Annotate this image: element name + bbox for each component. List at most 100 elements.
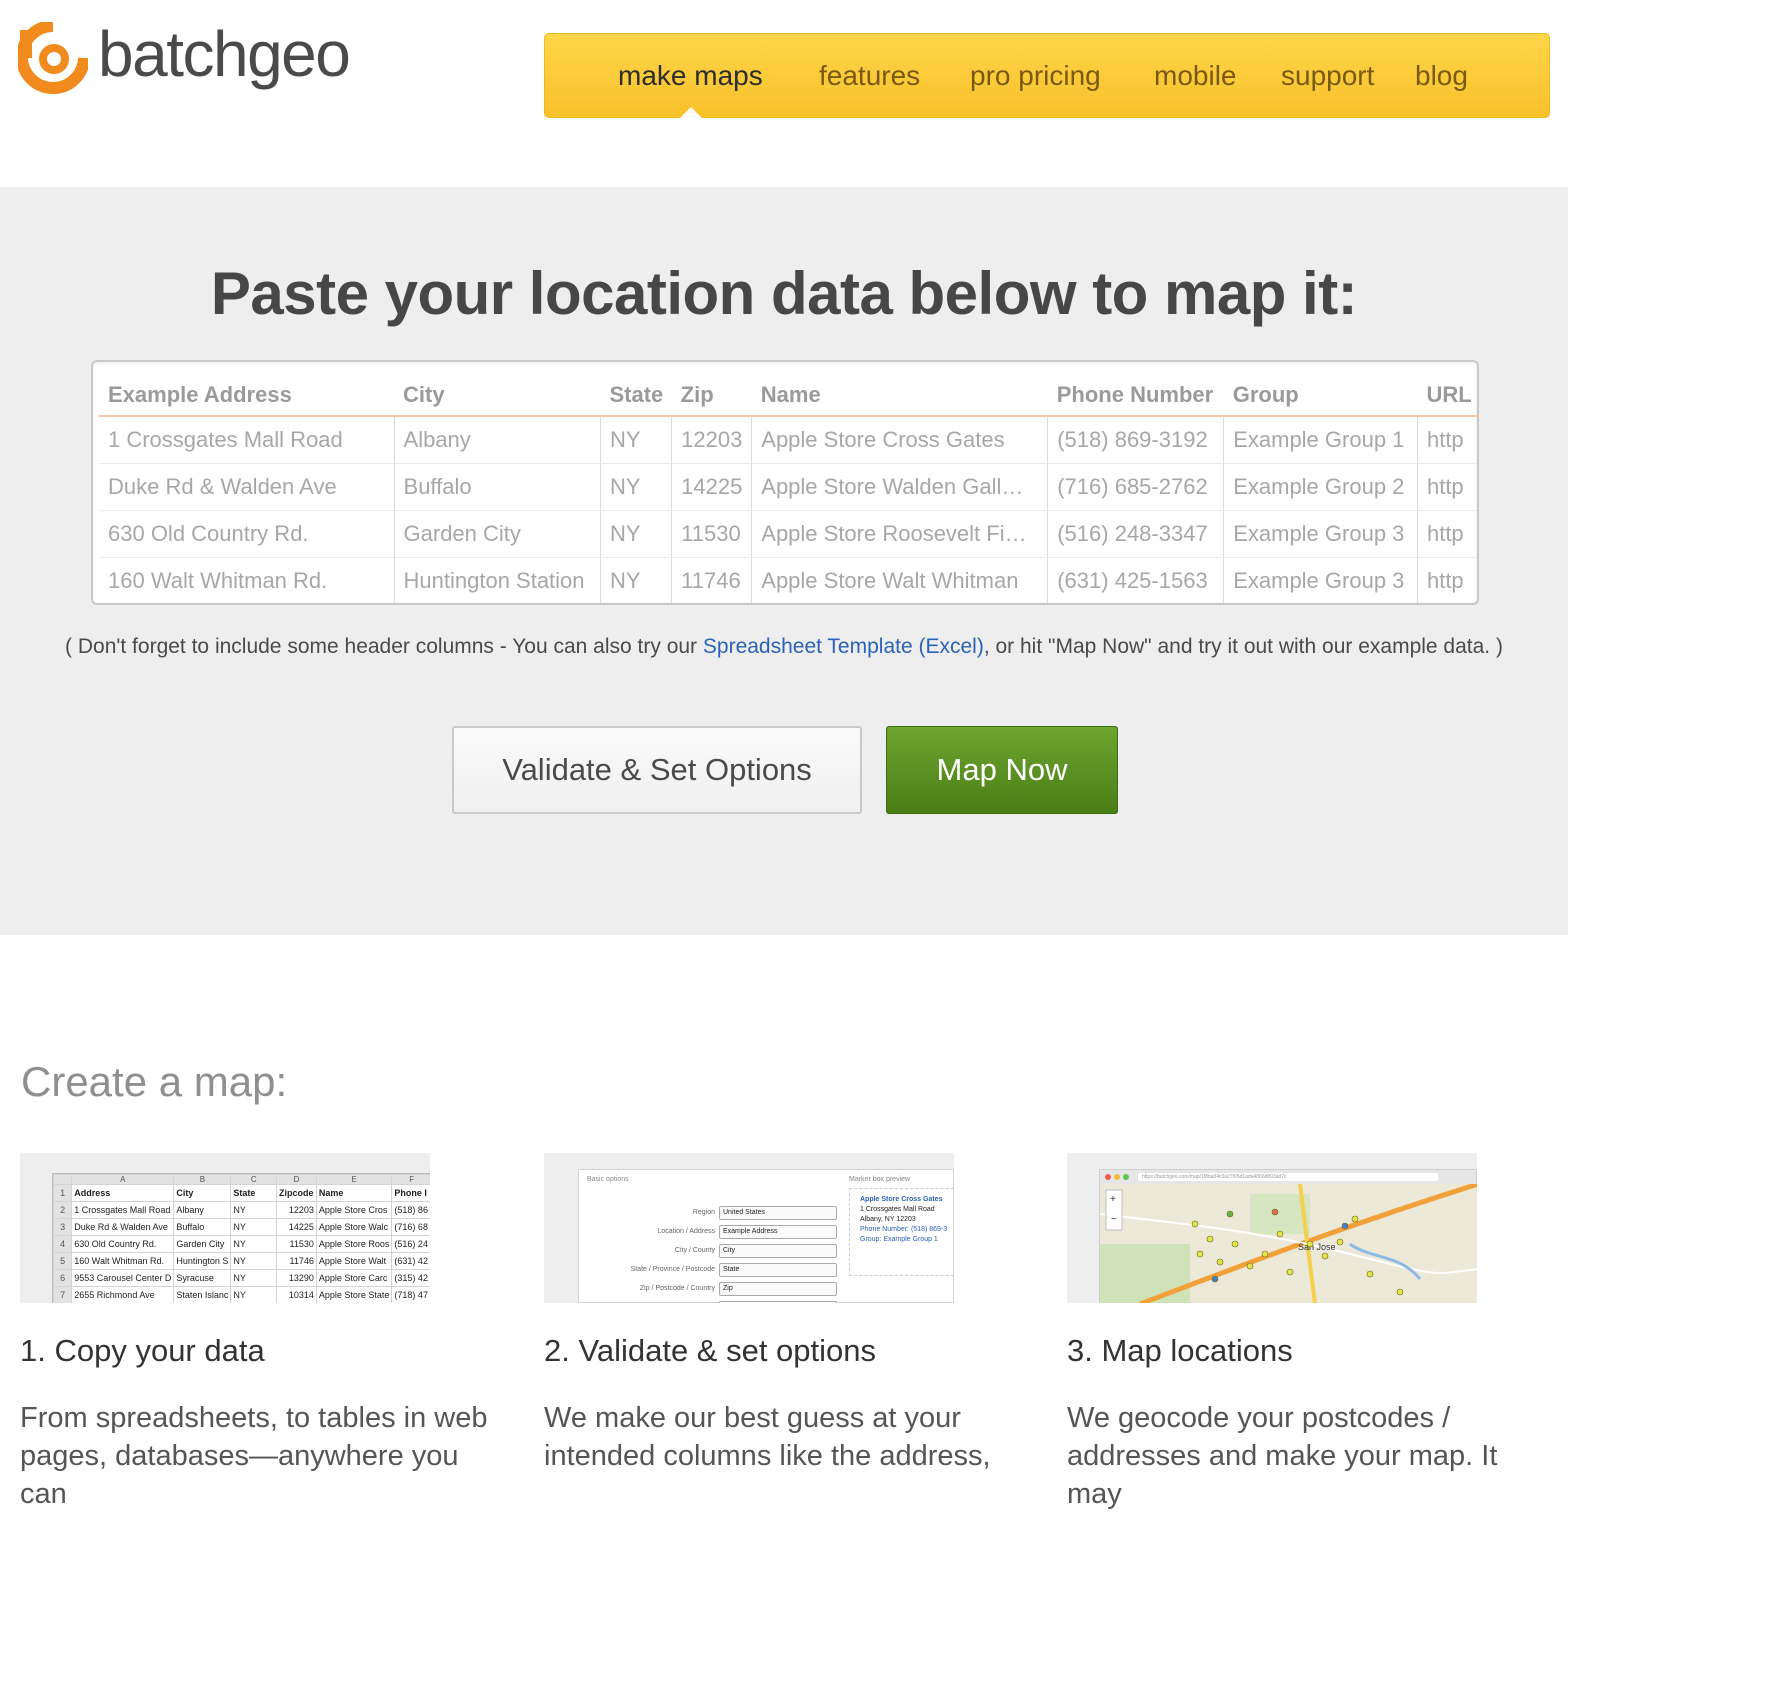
grid-cell[interactable]: Albany: [394, 416, 601, 464]
spreadsheet-cell: Apple Store State: [315, 1286, 393, 1303]
grid-cell[interactable]: Buffalo: [394, 463, 601, 511]
spreadsheet-cell: Apple Store Walc: [315, 1218, 393, 1236]
grid-cell[interactable]: http: [1417, 510, 1477, 558]
nav-support[interactable]: support: [1281, 60, 1374, 92]
nav-blog[interactable]: blog: [1415, 60, 1468, 92]
validate-options-button[interactable]: Validate & Set Options: [452, 726, 862, 814]
spreadsheet-cell: NY: [230, 1218, 278, 1236]
nav-mobile[interactable]: mobile: [1154, 60, 1236, 92]
step-description: From spreadsheets, to tables in web page…: [20, 1402, 488, 1510]
spreadsheet-cell: 2655 Richmond Ave: [71, 1286, 175, 1303]
svg-text:−: −: [1111, 1214, 1117, 1225]
option-row: Region United States: [579, 1206, 847, 1225]
grid-cell[interactable]: Huntington Station: [394, 557, 601, 603]
grid-cell[interactable]: (716) 685-2762: [1047, 463, 1225, 511]
preview-line: Apple Store Cross Gates: [860, 1196, 943, 1203]
grid-header: City: [394, 362, 601, 417]
nav-make-maps[interactable]: make maps: [618, 60, 763, 92]
grid-cell[interactable]: Example Group 3: [1223, 510, 1418, 558]
svg-text:+: +: [1110, 1194, 1116, 1205]
grid-row: 630 Old Country Rd. Garden City NY 11530…: [99, 510, 1477, 558]
spreadsheet-screenshot: A B C D E F 1 Address City State Zipcode Name…: [20, 1153, 430, 1303]
grid-cell[interactable]: Garden City: [394, 510, 601, 558]
grid-cell[interactable]: 1 Crossgates Mall Road: [99, 416, 395, 464]
browser-bar: https://batchgeo.com/map/1f8ba84c0a27f05…: [1100, 1170, 1476, 1184]
grid-header: Group: [1223, 362, 1418, 417]
grid-cell[interactable]: Apple Store Roosevelt Fi…: [751, 510, 1049, 558]
grid-cell[interactable]: 12203: [671, 416, 753, 464]
option-select[interactable]: Zip: [719, 1282, 837, 1296]
nav-pro-pricing[interactable]: pro pricing: [970, 60, 1101, 92]
option-select[interactable]: Example Address: [719, 1225, 837, 1239]
grid-header: State: [600, 362, 672, 417]
grid-cell[interactable]: 11530: [671, 510, 753, 558]
grid-cell[interactable]: http: [1417, 557, 1477, 603]
option-row: State / Province / Postcode State: [579, 1263, 847, 1282]
data-paste-area[interactable]: Example Address City State Zip Name Phon…: [91, 360, 1479, 605]
spreadsheet-cell: NY: [230, 1286, 278, 1303]
grid-cell[interactable]: NY: [600, 557, 673, 603]
page-title: Paste your location data below to map it…: [210, 260, 1358, 327]
grid-cell[interactable]: Apple Store Cross Gates: [751, 416, 1049, 464]
grid-cell[interactable]: NY: [600, 416, 673, 464]
grid-cell[interactable]: 160 Walt Whitman Rd.: [99, 557, 395, 603]
grid-cell[interactable]: (631) 425-1563: [1047, 557, 1225, 603]
grid-cell[interactable]: 630 Old Country Rd.: [99, 510, 395, 558]
grid-cell[interactable]: 11746: [671, 557, 753, 603]
option-label: Location / Address: [657, 1228, 715, 1235]
spreadsheet-cell: 11530: [276, 1235, 317, 1253]
grid-cell[interactable]: http: [1417, 463, 1477, 511]
corner-cell: [52, 1174, 73, 1185]
brand-name: batchgeo: [98, 18, 351, 90]
active-nav-indicator: [680, 107, 702, 118]
nav-features[interactable]: features: [819, 60, 920, 92]
step-description: We geocode your postcodes / addresses an…: [1067, 1402, 1498, 1510]
grid-cell[interactable]: Example Group 2: [1223, 463, 1418, 511]
spreadsheet-template-link[interactable]: Spreadsheet Template (Excel): [703, 635, 984, 658]
grid-cell[interactable]: (518) 869-3192: [1047, 416, 1225, 464]
grid-cell[interactable]: Apple Store Walden Gall…: [751, 463, 1049, 511]
option-row: City / County City: [579, 1244, 847, 1263]
grid-cell[interactable]: Apple Store Walt Whitman: [751, 557, 1049, 603]
spreadsheet-cell: Phone I: [391, 1184, 430, 1202]
spreadsheet-cell: City: [173, 1184, 232, 1202]
option-row: Zip / Postcode / Country Zip: [579, 1282, 847, 1301]
grid-cell[interactable]: Duke Rd & Walden Ave: [99, 463, 395, 511]
option-select[interactable]: State: [719, 1263, 837, 1277]
spreadsheet-row: 5 160 Walt Whitman Rd. Huntington S NY 11746…: [52, 1252, 430, 1270]
grid-cell[interactable]: Example Group 3: [1223, 557, 1418, 603]
option-select[interactable]: City: [719, 1244, 837, 1258]
spreadsheet-cell: NY: [230, 1201, 278, 1219]
spreadsheet-cell: Syracuse: [173, 1269, 232, 1287]
hint-text: , or hit "Map Now" and try it out with o…: [983, 635, 1503, 658]
grid-cell[interactable]: Example Group 1: [1223, 416, 1418, 464]
grid-cell[interactable]: (516) 248-3347: [1047, 510, 1225, 558]
spreadsheet-table: A B C D E F 1 Address City State Zipcode Name…: [52, 1174, 430, 1303]
marker-box-preview: Apple Store Cross Gates 1 Crossgates Mall…: [849, 1188, 954, 1276]
options-screenshot: Basic options Marker box preview Apple S…: [544, 1153, 954, 1303]
row-number: 3: [52, 1218, 73, 1236]
grid-cell[interactable]: NY: [600, 463, 673, 511]
grid-cell[interactable]: http: [1417, 416, 1477, 464]
option-select[interactable]: Group: [719, 1301, 837, 1303]
preview-line: Albany, NY 12203: [860, 1216, 916, 1223]
grid-cell[interactable]: NY: [600, 510, 673, 558]
batchgeo-logo-icon: [18, 22, 88, 94]
grid-cell[interactable]: 14225: [671, 463, 753, 511]
hint-text: ( Don't forget to include some header co…: [65, 635, 703, 658]
row-number: 6: [52, 1269, 73, 1287]
preview-line: Group: Example Group 1: [860, 1236, 938, 1243]
spreadsheet-row: 3 Duke Rd & Walden Ave Buffalo NY 14225 Apple…: [52, 1218, 430, 1236]
option-select[interactable]: United States: [719, 1206, 837, 1220]
spreadsheet-cell: State: [230, 1184, 278, 1202]
map-screenshot: https://batchgeo.com/map/1f8ba84c0a27f05…: [1067, 1153, 1477, 1303]
city-label: San Jose: [1298, 1242, 1336, 1252]
logo[interactable]: batchgeo: [18, 18, 351, 94]
browser-url: https://batchgeo.com/map/1f8ba84c0a27f05…: [1138, 1173, 1438, 1181]
step-description: We make our best guess at your intended …: [544, 1402, 991, 1472]
site-header: batchgeo make maps features pro pricing …: [0, 0, 1568, 187]
spreadsheet-cell: 630 Old Country Rd.: [71, 1235, 175, 1253]
map-now-button[interactable]: Map Now: [886, 726, 1118, 814]
spreadsheet-cell: 11746: [276, 1252, 317, 1270]
spreadsheet-cell: Apple Store Roos: [315, 1235, 393, 1253]
